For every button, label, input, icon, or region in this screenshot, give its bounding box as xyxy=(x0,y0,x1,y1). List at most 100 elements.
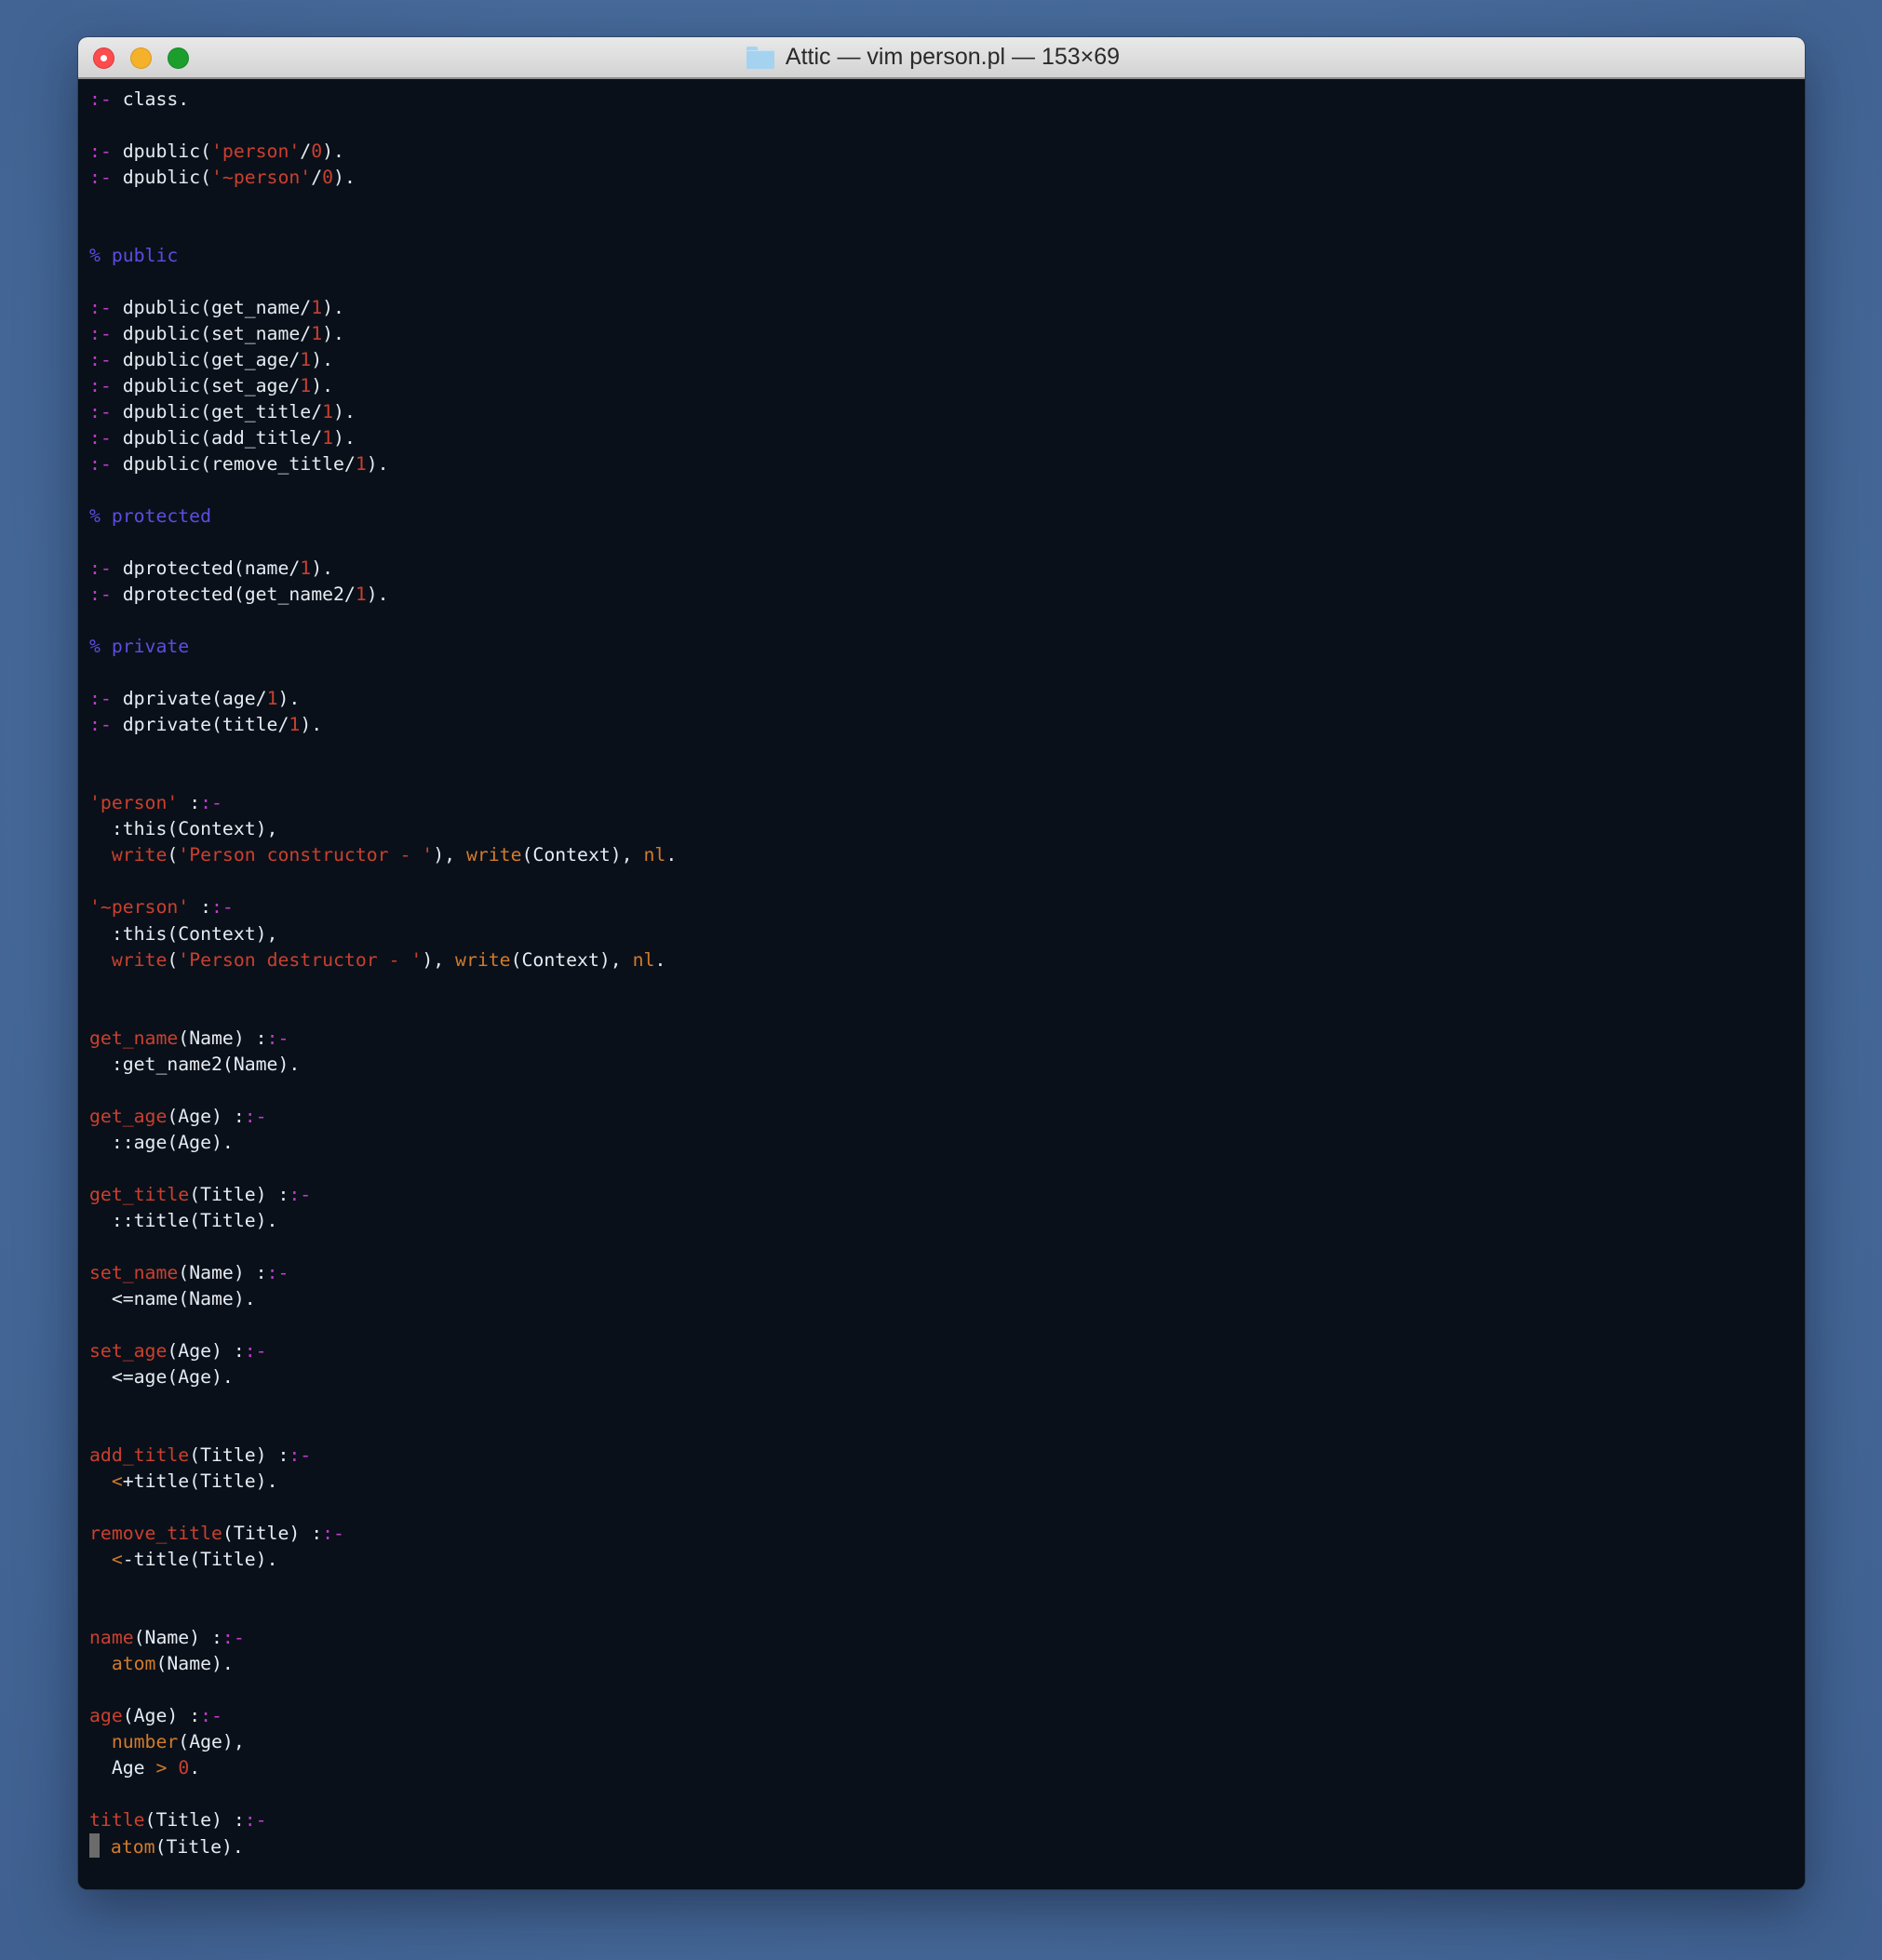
code-line[interactable]: remove_title(Title) ::- xyxy=(89,1521,1805,1547)
code-line[interactable]: number(Age), xyxy=(89,1729,1805,1755)
token-kw: :- xyxy=(322,1522,344,1544)
code-line[interactable]: :this(Context), xyxy=(89,921,1805,947)
token-str: '~person' xyxy=(211,167,312,189)
code-line[interactable] xyxy=(89,1234,1805,1260)
code-line[interactable] xyxy=(89,530,1805,556)
token-default: (Name) : xyxy=(133,1626,222,1648)
code-line[interactable]: ::title(Title). xyxy=(89,1208,1805,1234)
code-line[interactable]: add_title(Title) ::- xyxy=(89,1443,1805,1469)
code-line[interactable]: set_age(Age) ::- xyxy=(89,1338,1805,1364)
code-line[interactable]: :- dpublic('person'/0). xyxy=(89,139,1805,165)
code-line[interactable]: get_name(Name) ::- xyxy=(89,1026,1805,1052)
token-kw: :- xyxy=(289,1443,312,1466)
token-num: 0 xyxy=(178,1757,190,1779)
code-line[interactable]: <+title(Title). xyxy=(89,1469,1805,1495)
code-line[interactable]: write('Person constructor - '), write(Co… xyxy=(89,842,1805,868)
code-line[interactable] xyxy=(89,660,1805,686)
title-bar[interactable]: Attic — vim person.pl — 153×69 xyxy=(78,37,1805,79)
code-line[interactable]: get_age(Age) ::- xyxy=(89,1104,1805,1130)
token-str: '~person' xyxy=(89,896,190,919)
code-line[interactable]: % private xyxy=(89,634,1805,660)
token-default: (Context), xyxy=(521,844,644,866)
code-line[interactable]: :- dpublic(set_name/1). xyxy=(89,321,1805,347)
token-builtin: nl xyxy=(632,948,655,971)
code-line[interactable]: :- dprivate(age/1). xyxy=(89,686,1805,712)
code-line[interactable]: <=name(Name). xyxy=(89,1286,1805,1312)
code-line[interactable]: :- dprivate(title/1). xyxy=(89,712,1805,738)
token-default: dpublic(get_title/ xyxy=(111,401,323,423)
vim-editor[interactable]: :- class.:- dpublic('person'/0).:- dpubl… xyxy=(78,79,1805,1889)
token-fn: remove_title xyxy=(89,1522,222,1544)
code-line[interactable] xyxy=(89,1312,1805,1338)
code-line[interactable] xyxy=(89,868,1805,894)
code-line[interactable]: age(Age) ::- xyxy=(89,1703,1805,1729)
code-line[interactable] xyxy=(89,1495,1805,1521)
token-kw: :- xyxy=(89,323,112,345)
code-line[interactable] xyxy=(89,477,1805,503)
token-comment: % protected xyxy=(89,505,212,528)
code-line[interactable] xyxy=(89,269,1805,295)
code-line[interactable] xyxy=(89,1781,1805,1807)
code-line[interactable] xyxy=(89,1156,1805,1182)
code-line[interactable] xyxy=(89,1573,1805,1599)
code-line[interactable]: set_name(Name) ::- xyxy=(89,1260,1805,1286)
token-default xyxy=(89,1653,112,1674)
code-line[interactable] xyxy=(89,738,1805,764)
code-line[interactable]: name(Name) ::- xyxy=(89,1625,1805,1651)
token-default: : xyxy=(178,792,201,814)
code-line[interactable]: write('Person destructor - '), write(Con… xyxy=(89,947,1805,973)
code-line[interactable]: :- dpublic(get_name/1). xyxy=(89,295,1805,321)
token-default xyxy=(89,949,112,971)
code-line[interactable]: <-title(Title). xyxy=(89,1547,1805,1573)
code-line[interactable]: atom(Title). xyxy=(89,1833,1805,1859)
token-fn: write xyxy=(111,844,168,866)
token-kw: :- xyxy=(89,375,112,397)
code-line[interactable]: title(Title) ::- xyxy=(89,1807,1805,1833)
code-line[interactable]: atom(Name). xyxy=(89,1651,1805,1677)
code-line[interactable]: :- class. xyxy=(89,87,1805,113)
code-line[interactable] xyxy=(89,113,1805,139)
code-line[interactable]: get_title(Title) ::- xyxy=(89,1182,1805,1208)
code-line[interactable] xyxy=(89,1599,1805,1625)
code-line[interactable]: :- dprotected(name/1). xyxy=(89,556,1805,582)
code-line[interactable]: :- dpublic('~person'/0). xyxy=(89,165,1805,191)
code-line[interactable]: <=age(Age). xyxy=(89,1364,1805,1390)
token-default xyxy=(89,1549,112,1570)
code-line[interactable] xyxy=(89,1078,1805,1104)
code-line[interactable]: :- dprotected(get_name2/1). xyxy=(89,582,1805,608)
code-line[interactable]: :- dpublic(get_title/1). xyxy=(89,399,1805,425)
code-line[interactable]: ::age(Age). xyxy=(89,1130,1805,1156)
code-line[interactable] xyxy=(89,191,1805,217)
code-line[interactable] xyxy=(89,973,1805,1000)
token-default: (Age) : xyxy=(122,1704,201,1726)
code-line[interactable]: :- dpublic(get_age/1). xyxy=(89,347,1805,373)
token-default: ). xyxy=(366,584,389,606)
token-default: ). xyxy=(311,557,334,580)
code-line[interactable] xyxy=(89,608,1805,634)
token-default: -title(Title). xyxy=(122,1548,278,1570)
token-default: ::age(Age). xyxy=(89,1131,234,1153)
token-kw: :- xyxy=(244,1809,267,1832)
code-line[interactable] xyxy=(89,764,1805,790)
code-line[interactable]: % public xyxy=(89,243,1805,269)
code-line[interactable]: :this(Context), xyxy=(89,816,1805,842)
code-line[interactable]: Age > 0. xyxy=(89,1755,1805,1781)
code-line[interactable] xyxy=(89,1390,1805,1416)
code-line[interactable] xyxy=(89,1000,1805,1026)
token-num: 1 xyxy=(300,557,312,580)
code-line[interactable]: % protected xyxy=(89,503,1805,530)
code-line[interactable]: :- dpublic(remove_title/1). xyxy=(89,451,1805,477)
code-line[interactable]: '~person' ::- xyxy=(89,894,1805,920)
code-line[interactable]: 'person' ::- xyxy=(89,790,1805,816)
token-default: : xyxy=(189,896,212,919)
token-default: Age xyxy=(89,1757,156,1779)
token-kw: :- xyxy=(89,297,112,319)
token-fn: get_title xyxy=(89,1183,190,1205)
code-line[interactable] xyxy=(89,1416,1805,1443)
code-line[interactable] xyxy=(89,1677,1805,1703)
code-line[interactable]: :get_name2(Name). xyxy=(89,1052,1805,1078)
code-line[interactable]: :- dpublic(set_age/1). xyxy=(89,373,1805,399)
code-line[interactable] xyxy=(89,217,1805,243)
token-default: dpublic(set_name/ xyxy=(111,323,312,345)
code-line[interactable]: :- dpublic(add_title/1). xyxy=(89,425,1805,451)
